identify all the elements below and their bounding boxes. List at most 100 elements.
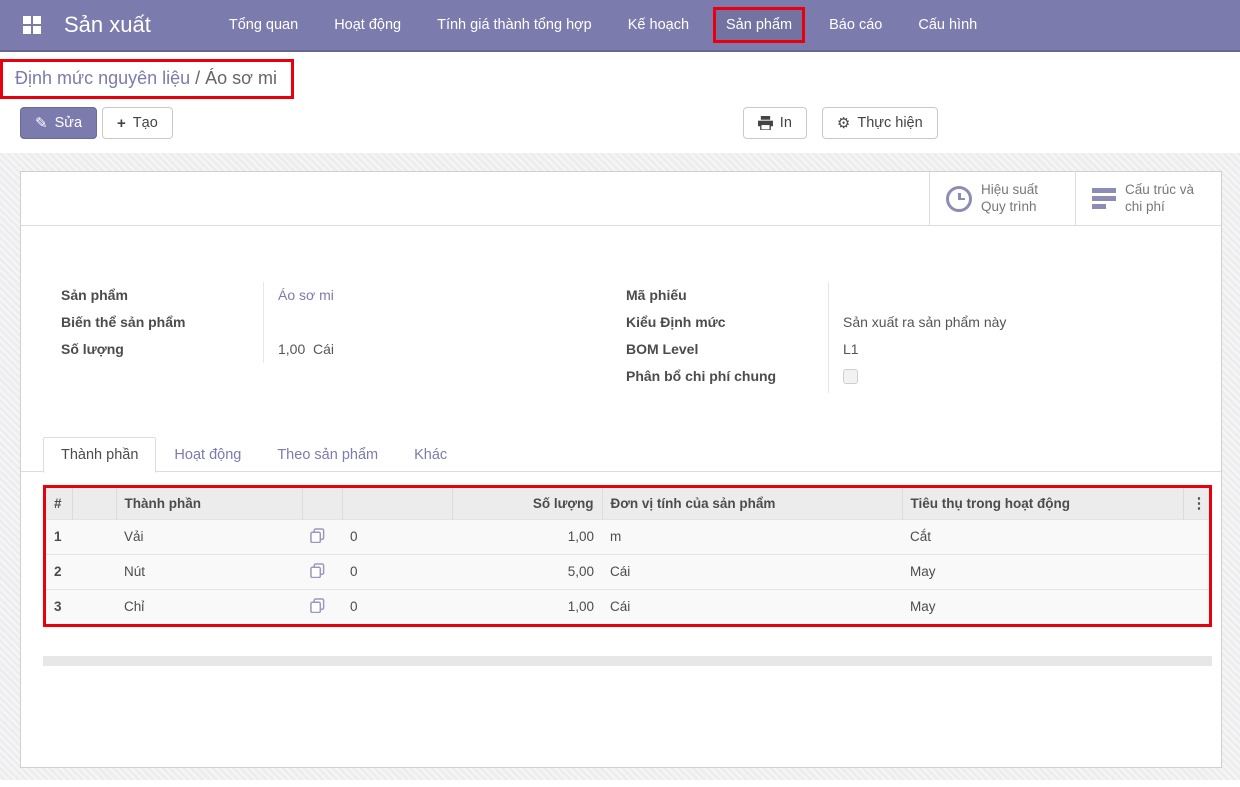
menu-item-bao-cao[interactable]: Báo cáo: [817, 9, 894, 41]
bom-type-label: Kiểu Định mức: [626, 309, 828, 336]
form-sheet: Hiệu suất Quy trình Cấu trúc và chi phí …: [20, 171, 1222, 768]
row-operation: May: [902, 589, 1183, 624]
tab-thanh-phan[interactable]: Thành phần: [43, 437, 156, 473]
col-uom[interactable]: Đơn vị tính của sản phẩm: [602, 488, 902, 520]
row-zero: 0: [342, 589, 452, 624]
form-right-group: Mã phiếu Kiểu Định mức Sản xuất ra sản p…: [626, 282, 1181, 393]
row-component: Chỉ: [116, 589, 302, 624]
table-row-2[interactable]: 2 Nút 0 5,00 Cái May: [46, 554, 1209, 589]
row-zero: 0: [342, 519, 452, 554]
page-background: Hiệu suất Quy trình Cấu trúc và chi phí …: [0, 153, 1240, 780]
reference-value: [828, 282, 1181, 309]
overhead-checkbox[interactable]: [843, 369, 858, 384]
structure-cost-stat-label: Cấu trúc và chi phí: [1125, 182, 1194, 216]
copy-icon: [310, 528, 325, 543]
menu-item-ke-hoach[interactable]: Kế hoạch: [616, 9, 701, 41]
row-operation: Cắt: [902, 519, 1183, 554]
col-quantity[interactable]: Số lượng: [452, 488, 602, 520]
row-quantity: 5,00: [452, 554, 602, 589]
components-table-header: # Thành phần Số lượng Đơn vị tính của sả…: [46, 488, 1209, 520]
product-value: Áo sơ mi: [263, 282, 616, 309]
efficiency-stat-button[interactable]: Hiệu suất Quy trình: [929, 172, 1075, 225]
col-component[interactable]: Thành phần: [116, 488, 302, 520]
structure-cost-stat-button[interactable]: Cấu trúc và chi phí: [1075, 172, 1221, 225]
tab-theo-san-pham[interactable]: Theo sản phẩm: [259, 437, 396, 473]
row-component: Vải: [116, 519, 302, 554]
row-zero: 0: [342, 554, 452, 589]
copy-icon: [310, 563, 325, 578]
row-quantity: 1,00: [452, 589, 602, 624]
form-fields: Sản phẩm Áo sơ mi Biến thể sản phẩm Số l…: [21, 226, 1221, 393]
control-panel: Định mức nguyên liệu / Áo sơ mi ✎ Sửa + …: [0, 52, 1240, 153]
bom-type-value: Sản xuất ra sản phẩm này: [828, 309, 1181, 336]
table-row-1[interactable]: 1 Vải 0 1,00 m Cắt: [46, 519, 1209, 554]
top-navbar: Sản xuất Tổng quan Hoạt động Tính giá th…: [0, 0, 1240, 52]
create-button[interactable]: + Tạo: [102, 107, 173, 139]
overhead-label: Phân bổ chi phí chung: [626, 363, 786, 393]
gear-icon: ⚙: [837, 116, 850, 131]
menu-item-san-pham[interactable]: Sản phẩm: [713, 7, 805, 43]
table-row-3[interactable]: 3 Chỉ 0 1,00 Cái May: [46, 589, 1209, 624]
row-component: Nút: [116, 554, 302, 589]
row-uom: Cái: [602, 589, 902, 624]
product-label: Sản phẩm: [61, 282, 263, 309]
table-annotation-box: # Thành phần Số lượng Đơn vị tính của sả…: [43, 485, 1212, 627]
tab-khac[interactable]: Khác: [396, 437, 465, 473]
printer-icon: [758, 116, 773, 130]
overhead-value: [828, 363, 1181, 393]
row-index: 3: [46, 589, 72, 624]
quantity-value: 1,00 Cái: [263, 336, 616, 363]
print-button-label: In: [780, 115, 792, 131]
apps-menu-button[interactable]: [0, 0, 64, 50]
table-footer-bar: [43, 656, 1212, 666]
row-uom: Cái: [602, 554, 902, 589]
row-uom: m: [602, 519, 902, 554]
action-button[interactable]: ⚙ Thực hiện: [822, 107, 938, 139]
col-operation[interactable]: Tiêu thụ trong hoạt động: [902, 488, 1183, 520]
stat-button-row: Hiệu suất Quy trình Cấu trúc và chi phí: [21, 172, 1221, 226]
quantity-label: Số lượng: [61, 336, 263, 363]
menu-item-cau-hinh[interactable]: Cấu hình: [906, 9, 989, 41]
efficiency-stat-label: Hiệu suất Quy trình: [981, 182, 1038, 216]
reference-label: Mã phiếu: [626, 282, 828, 309]
breadcrumb: Định mức nguyên liệu / Áo sơ mi: [15, 68, 277, 89]
quantity-uom: Cái: [313, 341, 334, 357]
tab-hoat-dong[interactable]: Hoạt động: [156, 437, 259, 473]
row-quantity: 1,00: [452, 519, 602, 554]
col-spacer: [72, 488, 116, 520]
row-index: 2: [46, 554, 72, 589]
bars-icon: [1092, 188, 1116, 209]
variant-label: Biến thể sản phẩm: [61, 309, 263, 336]
optional-columns-icon[interactable]: ⋮: [1192, 495, 1207, 512]
bom-level-value: L1: [828, 336, 1181, 363]
pencil-icon: ✎: [35, 116, 48, 131]
create-button-label: Tạo: [133, 115, 158, 131]
app-title[interactable]: Sản xuất: [64, 0, 151, 50]
col-icon: [302, 488, 342, 520]
edit-button[interactable]: ✎ Sửa: [20, 107, 97, 139]
menu-item-hoat-dong[interactable]: Hoạt động: [322, 9, 413, 41]
breadcrumb-separator: /: [190, 68, 205, 88]
row-operation: May: [902, 554, 1183, 589]
apps-grid-icon: [23, 16, 41, 34]
main-menu: Tổng quan Hoạt động Tính giá thành tổng …: [211, 0, 995, 50]
copy-icon: [310, 598, 325, 613]
edit-button-label: Sửa: [55, 115, 82, 131]
product-link[interactable]: Áo sơ mi: [278, 287, 334, 303]
components-table: # Thành phần Số lượng Đơn vị tính của sả…: [46, 488, 1209, 624]
bom-level-label: BOM Level: [626, 336, 828, 363]
control-panel-buttons: ✎ Sửa + Tạo In ⚙ Thực hiện: [20, 107, 1240, 139]
print-button[interactable]: In: [743, 107, 807, 139]
menu-item-tinh-gia-thanh[interactable]: Tính giá thành tổng hợp: [425, 9, 604, 41]
col-index[interactable]: #: [46, 488, 72, 520]
clock-icon: [946, 186, 972, 212]
variant-value: [263, 309, 616, 336]
breadcrumb-annotation-box: Định mức nguyên liệu / Áo sơ mi: [0, 59, 294, 99]
action-button-label: Thực hiện: [857, 115, 922, 131]
plus-icon: +: [117, 116, 126, 131]
breadcrumb-current: Áo sơ mi: [205, 68, 277, 88]
menu-item-tong-quan[interactable]: Tổng quan: [217, 9, 310, 41]
row-index: 1: [46, 519, 72, 554]
col-zero: [342, 488, 452, 520]
breadcrumb-parent-link[interactable]: Định mức nguyên liệu: [15, 68, 190, 88]
